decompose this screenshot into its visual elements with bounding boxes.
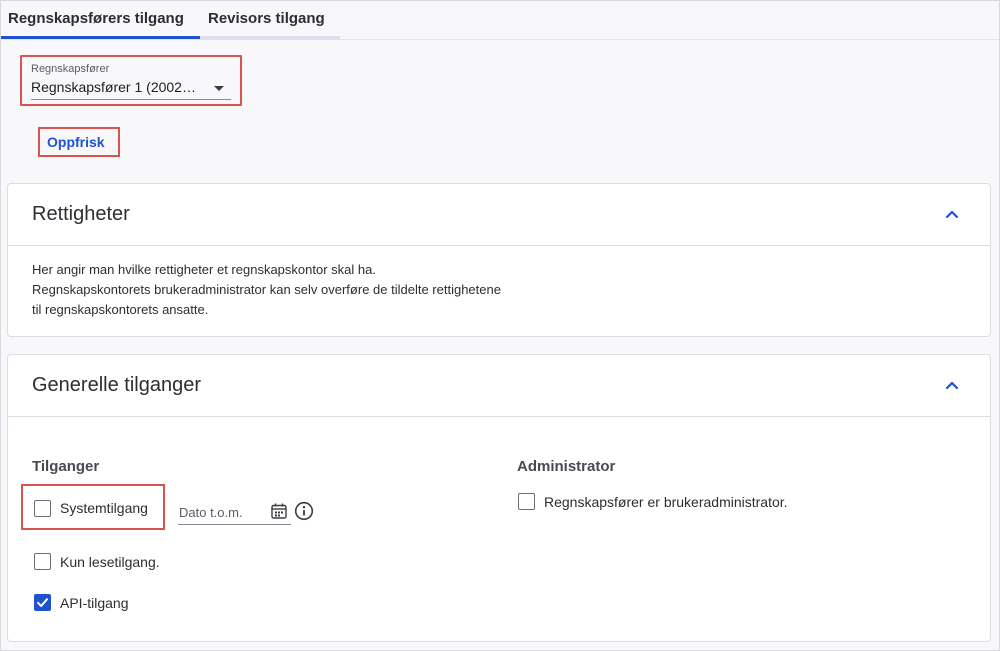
system-access-label[interactable]: Systemtilgang: [60, 500, 148, 516]
general-access-title: Generelle tilganger: [32, 374, 201, 396]
tab-auditor-access[interactable]: Revisors tilgang: [200, 0, 340, 39]
select-underline: [31, 99, 231, 100]
calendar-icon[interactable]: [270, 502, 288, 520]
chevron-up-icon[interactable]: [944, 377, 960, 393]
refresh-button[interactable]: Oppfrisk: [38, 127, 120, 157]
description-line: til regnskapskontorets ansatte.: [32, 302, 209, 317]
date-to-field[interactable]: Dato t.o.m.: [178, 501, 291, 525]
rights-panel-title: Rettigheter: [32, 203, 130, 225]
checkmark-icon: [37, 598, 48, 607]
accountant-select-value[interactable]: Regnskapsfører 1 (2002…: [31, 79, 203, 95]
accountant-select-label: Regnskapsfører: [31, 63, 110, 75]
general-access-header[interactable]: Generelle tilganger: [8, 355, 990, 417]
rights-panel-header[interactable]: Rettigheter: [8, 184, 990, 246]
rights-panel: Rettigheter Her angir man hvilke rettigh…: [7, 183, 991, 337]
system-access-checkbox[interactable]: [34, 500, 51, 517]
description-line: Her angir man hvilke rettigheter et regn…: [32, 262, 376, 277]
general-access-panel: Generelle tilganger Tilganger Administra…: [7, 354, 991, 642]
access-heading: Tilganger: [32, 458, 100, 475]
info-icon[interactable]: [294, 501, 314, 521]
chevron-up-icon[interactable]: [944, 206, 960, 222]
admin-heading: Administrator: [517, 458, 616, 475]
date-to-placeholder: Dato t.o.m.: [179, 505, 243, 520]
description-line: Regnskapskontorets brukeradministrator k…: [32, 282, 501, 297]
admin-checkbox[interactable]: [518, 493, 535, 510]
tab-bar: Regnskapsførers tilgang Revisors tilgang: [0, 0, 1000, 40]
rights-description: Her angir man hvilke rettigheter et regn…: [32, 260, 501, 320]
read-only-checkbox[interactable]: [34, 553, 51, 570]
tab-accountant-access[interactable]: Regnskapsførers tilgang: [0, 0, 200, 39]
api-access-label[interactable]: API-tilgang: [60, 595, 128, 611]
read-only-label[interactable]: Kun lesetilgang.: [60, 554, 160, 570]
api-access-checkbox[interactable]: [34, 594, 51, 611]
accountant-select[interactable]: Regnskapsfører Regnskapsfører 1 (2002…: [20, 55, 242, 106]
admin-label[interactable]: Regnskapsfører er brukeradministrator.: [544, 494, 788, 510]
caret-down-icon[interactable]: [214, 86, 224, 91]
